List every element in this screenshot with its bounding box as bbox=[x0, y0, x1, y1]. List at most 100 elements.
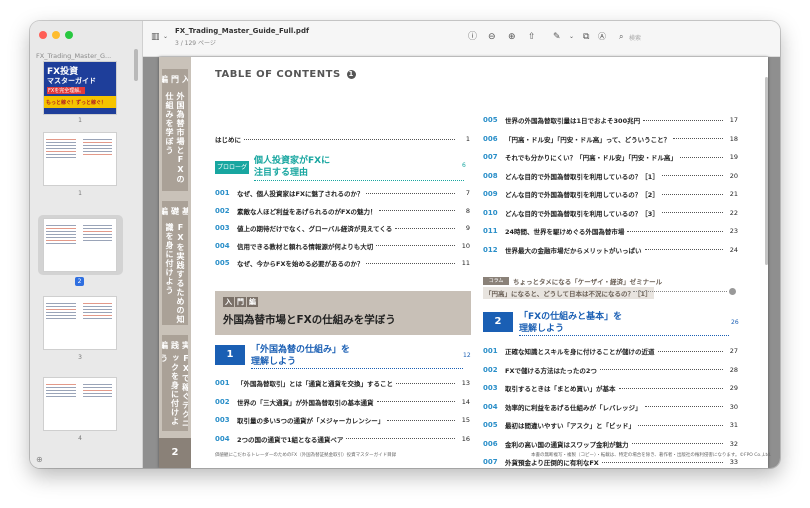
chevron-down-icon[interactable]: ⌄ bbox=[569, 32, 574, 42]
chapter-2-title[interactable]: 「FXの仕組みと基本」を 理解しよう bbox=[519, 311, 622, 335]
toc-row-page: 23 bbox=[729, 227, 738, 235]
prologue-heading[interactable]: プロローグ 個人投資家がFXに 注目する理由 6 bbox=[215, 155, 470, 181]
toc-row[interactable]: 003 取引量の多い5つの通貨が「メジャーカレンシー」 15 bbox=[215, 414, 470, 426]
thumbnail-page-1[interactable]: FX投資 マスターガイド FXを完全理解。 もっと稼ぐ！ずっと稼ぐ！ bbox=[44, 62, 116, 114]
toc-row-page: 15 bbox=[461, 416, 470, 424]
thumb-cover-banner: もっと稼ぐ！ずっと稼ぐ！ bbox=[44, 96, 116, 108]
toc-row-title: 取引するときは「まとめ買い」が基本 bbox=[505, 385, 616, 393]
preview-window: FX_Trading_Master_G... FX投資 マスターガイド FXを完… bbox=[30, 21, 780, 468]
chapter-title-line: 「FXの仕組みと基本」を bbox=[519, 312, 623, 322]
toc-row[interactable]: 005 なぜ、今からFXを始める必要があるのか？ 11 bbox=[215, 257, 470, 269]
prologue-page: 6 bbox=[462, 162, 466, 169]
toc-row-number: 001 bbox=[215, 379, 230, 387]
toc-row-leader bbox=[661, 175, 723, 176]
info-icon[interactable]: ⓘ bbox=[468, 32, 477, 42]
document-view[interactable]: 入門編 外国為替市場とFXの仕組みを学ぼう 基礎編 FXを実践するための知識を身に付… bbox=[143, 57, 780, 468]
toc-row[interactable]: 005 世界の外国為替取引量は1日でおよそ300兆円 17 bbox=[483, 114, 738, 126]
minimize-button[interactable] bbox=[52, 31, 60, 39]
toc-row-title: 値上の期待だけでなく、グローバル経済が見えてくる bbox=[237, 225, 393, 233]
zoom-out-icon[interactable]: ⊖ bbox=[488, 32, 496, 42]
toc-row-page: 29 bbox=[729, 384, 738, 392]
toc-row[interactable]: 004 効率的に利益をあげる仕組みが「レバレッジ」 30 bbox=[483, 401, 738, 413]
spine-section-basic: 基礎編 FXを実践するための知識を身に付けよう bbox=[162, 201, 188, 325]
chapter-title-line: 理解しよう bbox=[251, 357, 297, 367]
toc-row[interactable]: 003 取引するときは「まとめ買い」が基本 29 bbox=[483, 382, 738, 394]
toc-row[interactable]: 005 最初は間違いやすい「アスク」と「ビッド」 31 bbox=[483, 419, 738, 431]
toc-row[interactable]: 009 どんな目的で外国為替取引を利用しているの？［2］ 21 bbox=[483, 188, 738, 200]
toc-row-page: 16 bbox=[461, 434, 470, 443]
toc-row[interactable]: 003 値上の期待だけでなく、グローバル経済が見えてくる 9 bbox=[215, 222, 470, 234]
toc-row[interactable]: 001 なぜ、個人投資家はFXに魅了されるのか？ 7 bbox=[215, 187, 470, 199]
close-button[interactable] bbox=[39, 31, 47, 39]
spine-text: FXを実践するための知識を身に付けよう bbox=[165, 222, 185, 324]
toc-row[interactable]: 007 外貨預金より圧倒的に有利なFX 33 bbox=[483, 456, 738, 468]
toc-row-page: 24 bbox=[729, 245, 738, 254]
spine-text: FXで稼ぐテクニックを身に付けよう bbox=[162, 354, 188, 429]
toc-row-number: 001 bbox=[483, 347, 498, 355]
chapter-title-line: 「外国為替の仕組み」を bbox=[251, 345, 351, 355]
toc-row-page: 20 bbox=[729, 171, 738, 180]
toc-row[interactable]: 007 それでも分かりにくい？「円高・ドル安」「円安・ドル高」 19 bbox=[483, 151, 738, 163]
chapter-1-title[interactable]: 「外国為替の仕組み」を 理解しよう bbox=[251, 344, 350, 368]
toc-row[interactable]: 002 素敵な人ほど利益をあげられるのがFXの魅力！ 8 bbox=[215, 205, 470, 217]
part-tag-char: 入 bbox=[223, 297, 234, 307]
toc-row[interactable]: 004 信用できる教材と頼れる情報源が何よりも大切 10 bbox=[215, 240, 470, 252]
toc-row-page: 18 bbox=[729, 134, 738, 143]
toc-row[interactable]: 011 24時間、世界を駆けめぐる外国為替市場 23 bbox=[483, 225, 738, 237]
markup-pen-icon[interactable]: ✎ bbox=[553, 32, 561, 42]
thumb-cover-tagline: FXを完全理解。 bbox=[47, 87, 86, 94]
column-entry[interactable]: コラム ちょっとタメになる「ケーザイ・経済」ゼミナール 「円高」になると、どうし… bbox=[483, 276, 738, 306]
chapter-1-page: 12 bbox=[463, 352, 471, 359]
toc-row-page: 11 bbox=[461, 259, 470, 267]
thumbnail-label: 4 bbox=[78, 435, 82, 442]
zoom-button[interactable] bbox=[65, 31, 73, 39]
toc-row-number: 007 bbox=[483, 458, 498, 466]
sidebar-scrollbar[interactable] bbox=[134, 49, 138, 81]
toc-row[interactable]: 002 世界の「三大通貨」が外国為替取引の基本通貨 14 bbox=[215, 396, 470, 408]
document-scrollbar[interactable] bbox=[765, 77, 768, 265]
toc-row-number: 004 bbox=[215, 434, 230, 443]
search-input[interactable]: 検索 bbox=[629, 33, 641, 42]
rotate-icon[interactable]: ⧉ bbox=[583, 32, 589, 42]
toc-row-number: 006 bbox=[483, 439, 498, 448]
sidebar-icon[interactable]: ▥ bbox=[151, 32, 160, 42]
toc-row-leader bbox=[644, 249, 723, 250]
toc-row[interactable]: 012 世界最大の金融市場だからメリットがいっぱい 24 bbox=[483, 244, 738, 256]
toc-row[interactable]: 001 正確な知識とスキルを身に付けることが儲けの近道 27 bbox=[483, 345, 738, 357]
column-title: ちょっとタメになる「ケーザイ・経済」ゼミナール bbox=[513, 278, 663, 286]
share-icon[interactable]: ⇧ bbox=[528, 32, 536, 42]
toc-row-title: 最初は間違いやすい「アスク」と「ビッド」 bbox=[505, 422, 635, 430]
part-tag: 入門編 bbox=[223, 297, 259, 307]
toc-row[interactable]: 006 金利の高い国の通貨はスワップ金利が魅力 32 bbox=[483, 438, 738, 450]
chevron-down-icon[interactable]: ⌄ bbox=[163, 32, 168, 42]
chapter-1-badge: 1 bbox=[215, 345, 245, 365]
toc-row-number: 010 bbox=[483, 208, 498, 217]
spine-section-practice: 実践編 FXで稼ぐテクニックを身に付けよう bbox=[162, 335, 188, 431]
thumbnail-page-5[interactable] bbox=[44, 378, 116, 430]
zoom-in-icon[interactable]: ⊕ bbox=[508, 32, 516, 42]
prologue-title: 個人投資家がFXに 注目する理由 bbox=[254, 155, 330, 179]
thumbnail-page-2[interactable] bbox=[44, 133, 116, 185]
toc-row[interactable]: 004 2つの国の通貨で1組となる通貨ペア 16 bbox=[215, 433, 470, 445]
toc-row-intro[interactable]: はじめに 1 bbox=[215, 133, 470, 145]
toc-page: TABLE OF CONTENTS 1 はじめに 1 プロローグ 個人投資家がFX… bbox=[191, 57, 772, 468]
toc-row[interactable]: 002 FXで儲ける方法はたったの2つ 28 bbox=[483, 364, 738, 376]
toc-row[interactable]: 006 「円高・ドル安」「円安・ドル高」って、どういうこと？ 18 bbox=[483, 133, 738, 145]
thumb-cover-subtitle: マスターガイド bbox=[47, 77, 96, 85]
annotate-icon[interactable]: Ⓐ bbox=[598, 32, 606, 42]
toc-row[interactable]: 010 どんな目的で外国為替取引を利用しているの？［3］ 22 bbox=[483, 207, 738, 219]
toc-row-number: 002 bbox=[215, 206, 230, 215]
toc-row-title: 世界の外国為替取引量は1日でおよそ300兆円 bbox=[505, 117, 641, 125]
toc-row-title: なぜ、今からFXを始める必要があるのか？ bbox=[237, 260, 364, 268]
toc-row-page: 30 bbox=[729, 402, 738, 411]
toc-row-title: どんな目的で外国為替取引を利用しているの？［1］ bbox=[505, 172, 659, 181]
thumbnail-page-4[interactable] bbox=[44, 297, 116, 349]
thumbnail-page-3[interactable] bbox=[44, 219, 116, 271]
toc-row-title: 世界の「三大通貨」が外国為替取引の基本通貨 bbox=[237, 398, 374, 407]
toc-row[interactable]: 008 どんな目的で外国為替取引を利用しているの？［1］ 20 bbox=[483, 170, 738, 182]
add-icon[interactable]: ⊕ bbox=[36, 455, 43, 464]
toc-row[interactable]: 001 「外国為替取引」とは「通貨と通貨を交換」すること 13 bbox=[215, 377, 470, 389]
toc-row-number: 004 bbox=[215, 241, 230, 250]
toc-row-leader bbox=[601, 461, 723, 463]
part-banner[interactable]: 入門編 外国為替市場とFXの仕組みを学ぼう bbox=[215, 291, 471, 335]
